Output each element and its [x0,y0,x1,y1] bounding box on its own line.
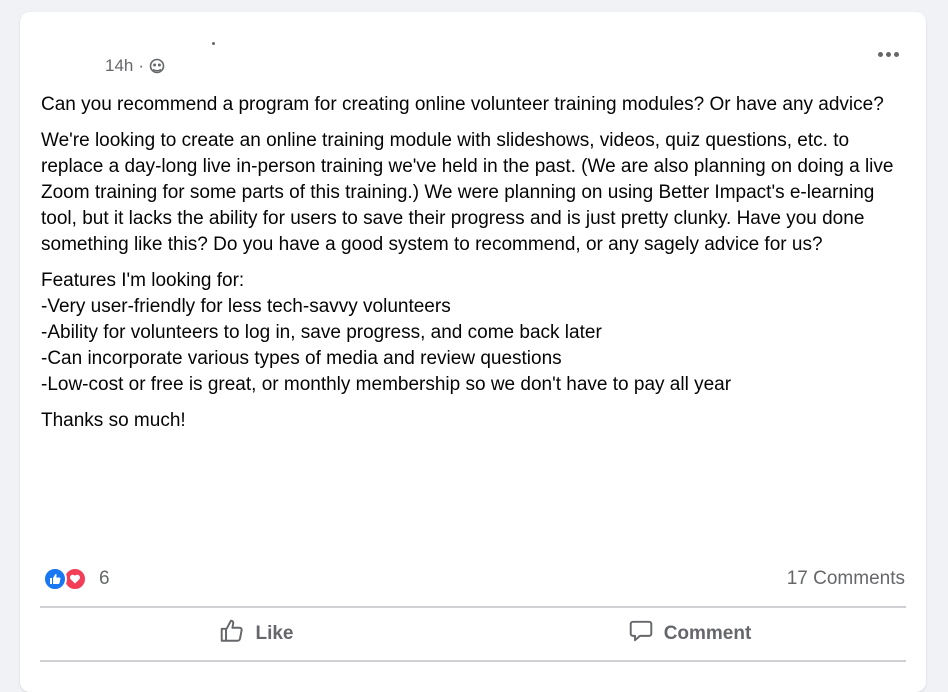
post-description: We're looking to create an online traini… [41,130,894,255]
more-dot [885,51,891,57]
features-block: Features I'm looking for: -Very user-fri… [41,268,911,398]
features-heading: Features I'm looking for: [41,270,245,291]
feature-item: -Low-cost or free is great, or monthly m… [41,374,732,395]
comment-button[interactable]: Comment [473,612,906,656]
like-label: Like [255,623,294,644]
post-question: Can you recommend a program for creating… [41,94,884,115]
post-body: Can you recommend a program for creating… [41,92,911,444]
like-button[interactable]: Like [40,612,473,656]
thumbs-up-icon [219,618,245,650]
post-meta: 14h · [105,56,165,76]
divider [40,606,906,608]
feature-item: -Very user-friendly for less tech-savvy … [41,296,451,317]
globe-icon[interactable] [149,58,165,74]
more-dot [877,51,883,57]
comments-count-link[interactable]: 17 Comments [787,568,905,590]
like-reaction-icon [43,567,67,591]
author-name-remnant [212,42,215,45]
post-timestamp[interactable]: 14h [105,56,133,76]
post-signoff: Thanks so much! [41,410,186,431]
comment-label: Comment [663,623,752,644]
divider [40,660,906,662]
more-options-button[interactable] [870,44,906,64]
reaction-count: 6 [99,568,110,589]
post-card: 14h · Can you recommend a program for cr… [20,12,926,692]
feature-item: -Ability for volunteers to log in, save … [41,322,602,343]
meta-separator: · [138,56,145,75]
more-dot [893,51,899,57]
feature-item: -Can incorporate various types of media … [41,348,562,369]
comment-bubble-icon [628,618,654,650]
reactions-summary[interactable]: 6 [43,567,110,591]
